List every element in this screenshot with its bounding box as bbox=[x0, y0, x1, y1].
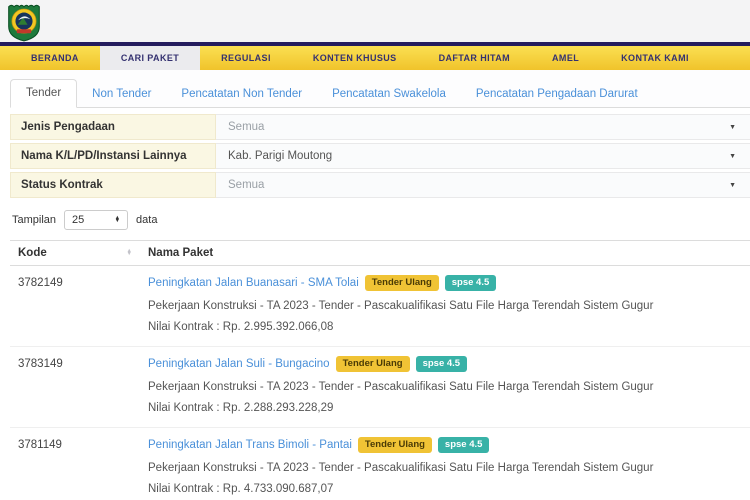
package-description: Pekerjaan Konstruksi - TA 2023 - Tender … bbox=[148, 462, 654, 474]
package-title-line: Peningkatan Jalan Trans Bimoli - Pantai … bbox=[148, 437, 740, 453]
spse-version-badge: spse 4.5 bbox=[415, 356, 468, 372]
nama-cell: Peningkatan Jalan Trans Bimoli - Pantai … bbox=[138, 428, 750, 500]
nav-item-konten-khusus[interactable]: KONTEN KHUSUS bbox=[292, 46, 418, 70]
nav-item-regulasi[interactable]: REGULASI bbox=[200, 46, 292, 70]
filter-label: Jenis Pengadaan bbox=[10, 114, 216, 140]
status-badge: Tender Ulang bbox=[364, 275, 439, 291]
kode-cell: 3782149 bbox=[18, 277, 63, 289]
package-title-line: Peningkatan Jalan Buanasari - SMA Tolai … bbox=[148, 275, 740, 291]
filter-row-instansi: Nama K/L/PD/Instansi Lainnya Kab. Parigi… bbox=[10, 143, 750, 169]
select-value: Semua bbox=[228, 121, 265, 133]
jenis-pengadaan-select[interactable]: Semua ▼ bbox=[216, 114, 750, 140]
tab-pencatatan-pengadaan-darurat[interactable]: Pencatatan Pengadaan Darurat bbox=[461, 81, 653, 108]
package-description: Pekerjaan Konstruksi - TA 2023 - Tender … bbox=[148, 300, 654, 312]
caret-down-icon: ▼ bbox=[729, 123, 736, 131]
package-link[interactable]: Peningkatan Jalan Suli - Bungacino bbox=[148, 358, 330, 370]
tab-non-tender[interactable]: Non Tender bbox=[77, 81, 166, 108]
column-label: Kode bbox=[18, 247, 47, 259]
page-size-select[interactable]: 25 ▲ ▼ bbox=[64, 210, 129, 230]
filter-label: Nama K/L/PD/Instansi Lainnya bbox=[10, 143, 216, 169]
nilai-kontrak: Nilai Kontrak : Rp. 2.288.293.228,29 bbox=[148, 402, 334, 414]
nav-item-beranda[interactable]: BERANDA bbox=[10, 46, 100, 70]
package-link[interactable]: Peningkatan Jalan Buanasari - SMA Tolai bbox=[148, 277, 359, 289]
filter-row-jenis-pengadaan: Jenis Pengadaan Semua ▼ bbox=[10, 114, 750, 140]
column-header-nama-paket: Nama Paket bbox=[138, 247, 750, 259]
column-header-kode[interactable]: Kode ▲ ▼ bbox=[10, 247, 138, 259]
page-size-value: 25 bbox=[72, 214, 85, 226]
package-title-line: Peningkatan Jalan Suli - Bungacino Tende… bbox=[148, 356, 740, 372]
nilai-kontrak: Nilai Kontrak : Rp. 2.995.392.066,08 bbox=[148, 321, 334, 333]
nav-item-cari-paket[interactable]: CARI PAKET bbox=[99, 46, 201, 70]
status-kontrak-select[interactable]: Semua ▼ bbox=[216, 172, 750, 198]
package-table: Kode ▲ ▼ Nama Paket 3782149 Peningkatan J… bbox=[10, 240, 750, 500]
kode-cell: 3783149 bbox=[18, 358, 63, 370]
spse-version-badge: spse 4.5 bbox=[444, 275, 497, 291]
page-size-control: Tampilan 25 ▲ ▼ data bbox=[12, 210, 750, 230]
nilai-kontrak: Nilai Kontrak : Rp. 4.733.090.687,07 bbox=[148, 483, 334, 495]
status-badge: Tender Ulang bbox=[335, 356, 410, 372]
parigi-moutong-emblem-icon[interactable] bbox=[6, 2, 42, 47]
nama-cell: Peningkatan Jalan Suli - Bungacino Tende… bbox=[138, 347, 750, 427]
column-label: Nama Paket bbox=[148, 247, 214, 259]
filter-row-status-kontrak: Status Kontrak Semua ▼ bbox=[10, 172, 750, 198]
select-value: Semua bbox=[228, 179, 265, 191]
package-link[interactable]: Peningkatan Jalan Trans Bimoli - Pantai bbox=[148, 439, 352, 451]
page: BERANDA CARI PAKET REGULASI KONTEN KHUSU… bbox=[0, 0, 750, 500]
table-row: 3781149 Peningkatan Jalan Trans Bimoli -… bbox=[10, 428, 750, 500]
caret-down-icon: ▼ bbox=[729, 181, 736, 189]
sort-icon[interactable]: ▲ ▼ bbox=[127, 248, 132, 257]
top-header bbox=[0, 0, 750, 42]
table-row: 3782149 Peningkatan Jalan Buanasari - SM… bbox=[10, 266, 750, 347]
filter-label: Status Kontrak bbox=[10, 172, 216, 198]
kode-cell: 3781149 bbox=[18, 439, 62, 451]
nav-item-daftar-hitam[interactable]: DAFTAR HITAM bbox=[418, 46, 531, 70]
tab-tender[interactable]: Tender bbox=[10, 79, 78, 108]
filter-panel: Jenis Pengadaan Semua ▼ Nama K/L/PD/Inst… bbox=[10, 114, 750, 198]
nav-item-kontak-kami[interactable]: KONTAK KAMI bbox=[600, 46, 710, 70]
category-tabs: Tender Non Tender Pencatatan Non Tender … bbox=[10, 70, 750, 108]
caret-down-icon: ▼ bbox=[729, 152, 736, 160]
package-description: Pekerjaan Konstruksi - TA 2023 - Tender … bbox=[148, 381, 654, 393]
status-badge: Tender Ulang bbox=[357, 437, 432, 453]
nav-item-amel[interactable]: AMEL bbox=[531, 46, 600, 70]
nama-cell: Peningkatan Jalan Buanasari - SMA Tolai … bbox=[138, 266, 750, 346]
page-size-suffix: data bbox=[136, 214, 158, 226]
spse-version-badge: spse 4.5 bbox=[437, 437, 490, 453]
tab-pencatatan-non-tender[interactable]: Pencatatan Non Tender bbox=[166, 81, 317, 108]
instansi-select[interactable]: Kab. Parigi Moutong ▼ bbox=[216, 143, 750, 169]
page-size-prefix: Tampilan bbox=[12, 214, 57, 226]
up-down-arrows-icon: ▲ ▼ bbox=[114, 214, 121, 224]
table-row: 3783149 Peningkatan Jalan Suli - Bungaci… bbox=[10, 347, 750, 428]
content-area: Tender Non Tender Pencatatan Non Tender … bbox=[10, 70, 750, 500]
select-value: Kab. Parigi Moutong bbox=[228, 150, 333, 162]
table-header: Kode ▲ ▼ Nama Paket bbox=[10, 241, 750, 266]
tab-pencatatan-swakelola[interactable]: Pencatatan Swakelola bbox=[317, 81, 461, 108]
main-navigation: BERANDA CARI PAKET REGULASI KONTEN KHUSU… bbox=[0, 46, 750, 70]
